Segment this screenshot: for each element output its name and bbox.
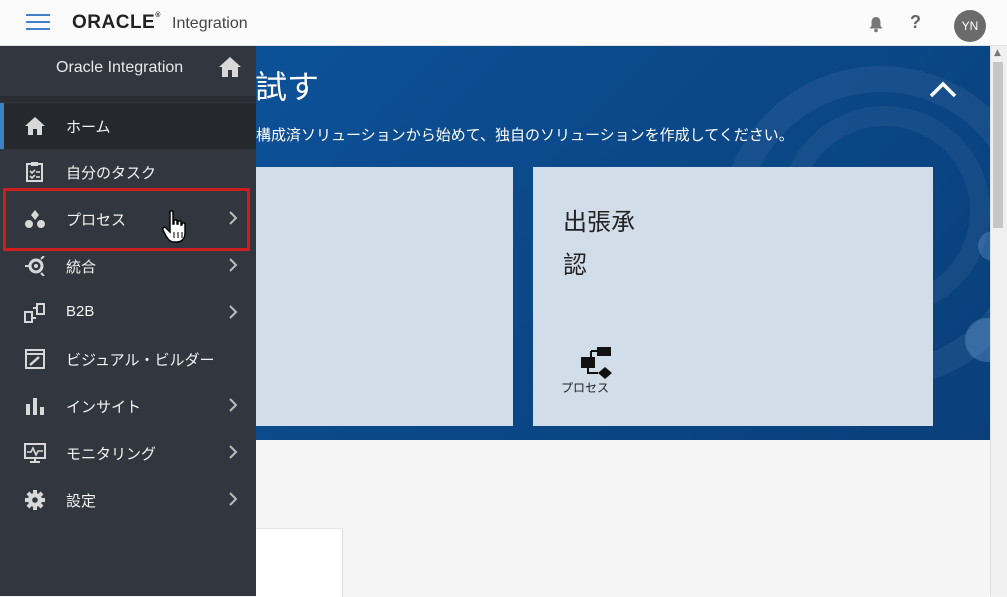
- nav-item-settings[interactable]: 設定: [0, 477, 256, 523]
- product-name: Integration: [172, 15, 248, 32]
- card-title-line2: 認: [563, 252, 587, 279]
- nav-item-label: インサイト: [66, 399, 142, 416]
- banner-title: 試す: [255, 69, 320, 105]
- scrollbar-thumb[interactable]: [993, 62, 1003, 228]
- nav-item-label: B2B: [66, 303, 95, 320]
- content-card: [256, 528, 343, 597]
- oracle-logo: ORACLE®: [72, 12, 161, 34]
- drawer-divider: [0, 96, 256, 102]
- nav-item-b2b[interactable]: B2B: [0, 290, 256, 336]
- nav-item-label: モニタリング: [66, 446, 157, 463]
- chevron-up-icon[interactable]: [928, 78, 958, 100]
- scroll-up-arrow-icon[interactable]: ▲: [994, 48, 1001, 58]
- highlight-box: [3, 188, 250, 251]
- hamburger-menu-icon[interactable]: [26, 14, 50, 32]
- nav-item-insight[interactable]: インサイト: [0, 383, 256, 429]
- nav-item-home[interactable]: ホーム: [0, 103, 256, 149]
- help-icon[interactable]: ?: [910, 12, 921, 33]
- solution-card-hidden[interactable]: [256, 167, 513, 426]
- chevron-right-icon: [229, 398, 238, 412]
- nav-item-label: 自分のタスク: [66, 165, 157, 182]
- chevron-right-icon: [229, 492, 238, 506]
- banner-subtitle: 構成済ソリューションから始めて、独自のソリューションを作成してください。: [256, 127, 794, 144]
- solution-card-travel-approval[interactable]: 出張承 認 プロセス: [533, 167, 933, 426]
- nav-item-label: 設定: [66, 493, 97, 510]
- home-icon: [25, 117, 45, 135]
- navigation-drawer: Oracle Integration ホーム 自分のタスク プロセス 統合 B2…: [0, 46, 256, 596]
- avatar[interactable]: YN: [954, 10, 986, 42]
- nav-item-monitoring[interactable]: モニタリング: [0, 430, 256, 476]
- card-caption: プロセス: [561, 381, 610, 395]
- hand-cursor-icon: [162, 210, 186, 243]
- gear-icon: [25, 490, 45, 510]
- monitoring-icon: [24, 443, 46, 463]
- b2b-icon: [24, 303, 45, 323]
- card-title: 出張承 認: [563, 201, 683, 287]
- chevron-right-icon: [229, 445, 238, 459]
- registered-mark: ®: [155, 12, 161, 19]
- drawer-title: Oracle Integration: [56, 59, 184, 76]
- tasks-icon: [26, 162, 43, 182]
- card-title-line1: 出張承: [563, 209, 635, 236]
- insight-icon: [26, 398, 44, 415]
- drawer-header: Oracle Integration: [0, 46, 256, 90]
- nav-item-label: 統合: [66, 259, 97, 276]
- chevron-right-icon: [229, 258, 238, 272]
- nav-item-label: ホーム: [66, 119, 111, 136]
- nav-item-visual-builder[interactable]: ビジュアル・ビルダー: [0, 336, 256, 382]
- home-icon[interactable]: [218, 56, 242, 78]
- oracle-logo-text: ORACLE: [72, 12, 156, 33]
- top-bar: ORACLE® Integration ? YN: [0, 0, 1007, 46]
- integration-icon: [25, 256, 45, 276]
- process-icon: [581, 347, 612, 379]
- nav-item-label: ビジュアル・ビルダー: [66, 352, 215, 369]
- bell-icon[interactable]: [867, 15, 885, 33]
- chevron-right-icon: [229, 305, 238, 319]
- visual-builder-icon: [25, 349, 45, 369]
